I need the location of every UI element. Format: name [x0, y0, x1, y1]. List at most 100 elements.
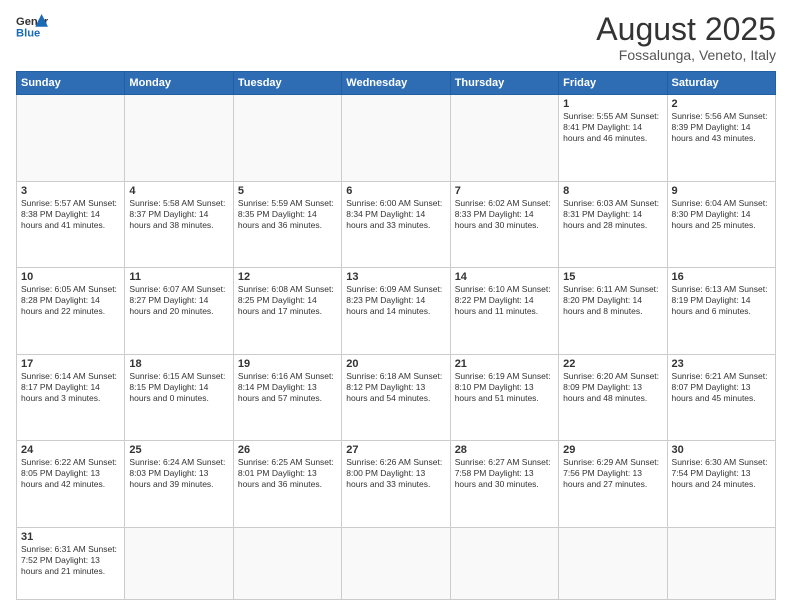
day-info: Sunrise: 6:04 AM Sunset: 8:30 PM Dayligh…: [672, 198, 771, 231]
day-number: 22: [563, 358, 662, 370]
day-number: 31: [21, 531, 120, 543]
day-info: Sunrise: 6:26 AM Sunset: 8:00 PM Dayligh…: [346, 457, 445, 490]
table-row: 26Sunrise: 6:25 AM Sunset: 8:01 PM Dayli…: [233, 441, 341, 528]
logo: General Blue: [16, 12, 48, 40]
day-info: Sunrise: 6:09 AM Sunset: 8:23 PM Dayligh…: [346, 284, 445, 317]
title-block: August 2025 Fossalunga, Veneto, Italy: [596, 12, 776, 63]
table-row: 17Sunrise: 6:14 AM Sunset: 8:17 PM Dayli…: [17, 354, 125, 441]
table-row: [450, 95, 558, 182]
table-row: 22Sunrise: 6:20 AM Sunset: 8:09 PM Dayli…: [559, 354, 667, 441]
logo-icon: General Blue: [16, 12, 48, 40]
table-row: 8Sunrise: 6:03 AM Sunset: 8:31 PM Daylig…: [559, 181, 667, 268]
table-row: [233, 527, 341, 599]
weekday-header-row: Sunday Monday Tuesday Wednesday Thursday…: [17, 72, 776, 95]
day-info: Sunrise: 6:18 AM Sunset: 8:12 PM Dayligh…: [346, 371, 445, 404]
day-info: Sunrise: 6:00 AM Sunset: 8:34 PM Dayligh…: [346, 198, 445, 231]
table-row: [17, 95, 125, 182]
day-info: Sunrise: 6:08 AM Sunset: 8:25 PM Dayligh…: [238, 284, 337, 317]
svg-text:Blue: Blue: [16, 27, 40, 39]
table-row: [233, 95, 341, 182]
day-info: Sunrise: 5:55 AM Sunset: 8:41 PM Dayligh…: [563, 111, 662, 144]
day-info: Sunrise: 5:58 AM Sunset: 8:37 PM Dayligh…: [129, 198, 228, 231]
calendar: Sunday Monday Tuesday Wednesday Thursday…: [16, 71, 776, 600]
day-number: 27: [346, 444, 445, 456]
day-number: 21: [455, 358, 554, 370]
day-info: Sunrise: 6:27 AM Sunset: 7:58 PM Dayligh…: [455, 457, 554, 490]
table-row: 12Sunrise: 6:08 AM Sunset: 8:25 PM Dayli…: [233, 268, 341, 355]
location-title: Fossalunga, Veneto, Italy: [596, 47, 776, 63]
table-row: 25Sunrise: 6:24 AM Sunset: 8:03 PM Dayli…: [125, 441, 233, 528]
day-number: 9: [672, 185, 771, 197]
day-number: 8: [563, 185, 662, 197]
day-number: 1: [563, 98, 662, 110]
day-number: 25: [129, 444, 228, 456]
day-number: 30: [672, 444, 771, 456]
day-info: Sunrise: 6:07 AM Sunset: 8:27 PM Dayligh…: [129, 284, 228, 317]
day-number: 17: [21, 358, 120, 370]
day-number: 2: [672, 98, 771, 110]
table-row: 2Sunrise: 5:56 AM Sunset: 8:39 PM Daylig…: [667, 95, 775, 182]
table-row: 4Sunrise: 5:58 AM Sunset: 8:37 PM Daylig…: [125, 181, 233, 268]
table-row: 23Sunrise: 6:21 AM Sunset: 8:07 PM Dayli…: [667, 354, 775, 441]
table-row: 10Sunrise: 6:05 AM Sunset: 8:28 PM Dayli…: [17, 268, 125, 355]
table-row: 21Sunrise: 6:19 AM Sunset: 8:10 PM Dayli…: [450, 354, 558, 441]
table-row: 19Sunrise: 6:16 AM Sunset: 8:14 PM Dayli…: [233, 354, 341, 441]
day-number: 3: [21, 185, 120, 197]
day-info: Sunrise: 6:30 AM Sunset: 7:54 PM Dayligh…: [672, 457, 771, 490]
table-row: 7Sunrise: 6:02 AM Sunset: 8:33 PM Daylig…: [450, 181, 558, 268]
table-row: 6Sunrise: 6:00 AM Sunset: 8:34 PM Daylig…: [342, 181, 450, 268]
header-tuesday: Tuesday: [233, 72, 341, 95]
table-row: 20Sunrise: 6:18 AM Sunset: 8:12 PM Dayli…: [342, 354, 450, 441]
header-wednesday: Wednesday: [342, 72, 450, 95]
day-info: Sunrise: 6:13 AM Sunset: 8:19 PM Dayligh…: [672, 284, 771, 317]
table-row: 15Sunrise: 6:11 AM Sunset: 8:20 PM Dayli…: [559, 268, 667, 355]
table-row: [559, 527, 667, 599]
table-row: 28Sunrise: 6:27 AM Sunset: 7:58 PM Dayli…: [450, 441, 558, 528]
header-sunday: Sunday: [17, 72, 125, 95]
day-number: 12: [238, 271, 337, 283]
table-row: [125, 95, 233, 182]
day-number: 26: [238, 444, 337, 456]
day-number: 24: [21, 444, 120, 456]
table-row: 18Sunrise: 6:15 AM Sunset: 8:15 PM Dayli…: [125, 354, 233, 441]
day-number: 14: [455, 271, 554, 283]
table-row: 24Sunrise: 6:22 AM Sunset: 8:05 PM Dayli…: [17, 441, 125, 528]
table-row: 31Sunrise: 6:31 AM Sunset: 7:52 PM Dayli…: [17, 527, 125, 599]
day-info: Sunrise: 6:03 AM Sunset: 8:31 PM Dayligh…: [563, 198, 662, 231]
table-row: [450, 527, 558, 599]
header-saturday: Saturday: [667, 72, 775, 95]
day-number: 18: [129, 358, 228, 370]
day-info: Sunrise: 6:02 AM Sunset: 8:33 PM Dayligh…: [455, 198, 554, 231]
table-row: 11Sunrise: 6:07 AM Sunset: 8:27 PM Dayli…: [125, 268, 233, 355]
table-row: 27Sunrise: 6:26 AM Sunset: 8:00 PM Dayli…: [342, 441, 450, 528]
table-row: 9Sunrise: 6:04 AM Sunset: 8:30 PM Daylig…: [667, 181, 775, 268]
month-title: August 2025: [596, 12, 776, 47]
day-info: Sunrise: 6:21 AM Sunset: 8:07 PM Dayligh…: [672, 371, 771, 404]
table-row: 14Sunrise: 6:10 AM Sunset: 8:22 PM Dayli…: [450, 268, 558, 355]
table-row: [342, 95, 450, 182]
table-row: [125, 527, 233, 599]
table-row: 1Sunrise: 5:55 AM Sunset: 8:41 PM Daylig…: [559, 95, 667, 182]
day-info: Sunrise: 6:25 AM Sunset: 8:01 PM Dayligh…: [238, 457, 337, 490]
day-info: Sunrise: 6:15 AM Sunset: 8:15 PM Dayligh…: [129, 371, 228, 404]
table-row: [342, 527, 450, 599]
table-row: 13Sunrise: 6:09 AM Sunset: 8:23 PM Dayli…: [342, 268, 450, 355]
day-info: Sunrise: 6:14 AM Sunset: 8:17 PM Dayligh…: [21, 371, 120, 404]
day-number: 19: [238, 358, 337, 370]
day-info: Sunrise: 5:56 AM Sunset: 8:39 PM Dayligh…: [672, 111, 771, 144]
day-number: 13: [346, 271, 445, 283]
day-info: Sunrise: 6:29 AM Sunset: 7:56 PM Dayligh…: [563, 457, 662, 490]
day-number: 7: [455, 185, 554, 197]
table-row: 3Sunrise: 5:57 AM Sunset: 8:38 PM Daylig…: [17, 181, 125, 268]
day-number: 5: [238, 185, 337, 197]
day-info: Sunrise: 6:16 AM Sunset: 8:14 PM Dayligh…: [238, 371, 337, 404]
header: General Blue August 2025 Fossalunga, Ven…: [16, 12, 776, 63]
day-info: Sunrise: 6:11 AM Sunset: 8:20 PM Dayligh…: [563, 284, 662, 317]
page: General Blue August 2025 Fossalunga, Ven…: [0, 0, 792, 612]
day-info: Sunrise: 5:57 AM Sunset: 8:38 PM Dayligh…: [21, 198, 120, 231]
day-number: 20: [346, 358, 445, 370]
day-number: 16: [672, 271, 771, 283]
table-row: 5Sunrise: 5:59 AM Sunset: 8:35 PM Daylig…: [233, 181, 341, 268]
day-info: Sunrise: 6:20 AM Sunset: 8:09 PM Dayligh…: [563, 371, 662, 404]
day-info: Sunrise: 6:05 AM Sunset: 8:28 PM Dayligh…: [21, 284, 120, 317]
